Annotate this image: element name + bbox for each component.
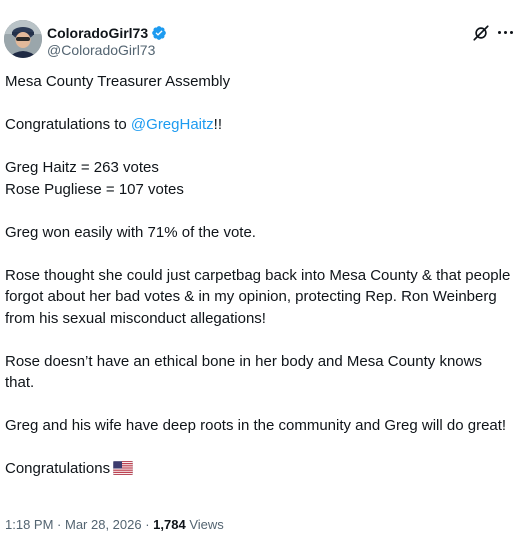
us-flag-emoji	[113, 461, 134, 475]
grok-icon[interactable]	[472, 24, 490, 42]
mention-link[interactable]: @GregHaitz	[131, 116, 214, 133]
meta-separator: ·	[141, 517, 154, 532]
post-text-segment: !!	[213, 116, 223, 133]
verified-badge-icon	[152, 26, 166, 40]
post-line: Mesa County Treasurer Assembly	[5, 73, 231, 90]
post-text-segment: Congratulations	[5, 460, 111, 477]
post-line: Greg won easily with 71% of the vote.	[5, 223, 256, 241]
post-line: Rose Pugliese = 107 votes	[5, 180, 184, 198]
post-line: Greg Haitz = 263 votes	[5, 159, 159, 176]
post-date[interactable]: Mar 28, 2026	[65, 517, 142, 532]
views-count: 1,784	[153, 517, 186, 532]
post-line: Congratulations	[5, 458, 515, 480]
display-name[interactable]: ColoradoGirl73	[47, 25, 148, 41]
post-text-segment: Congratulations to	[5, 116, 131, 133]
author-name-row[interactable]: ColoradoGirl73	[47, 23, 167, 43]
post-line: Rose doesn’t have an ethical bone in her…	[5, 352, 482, 392]
avatar-image	[4, 20, 42, 58]
post-time[interactable]: 1:18 PM	[5, 517, 53, 532]
post-line: Rose thought she could just carpetbag ba…	[5, 266, 511, 327]
views-label: Views	[185, 517, 224, 532]
meta-separator: ·	[53, 517, 65, 532]
post-text: Mesa County Treasurer Assembly Congratul…	[5, 71, 515, 480]
post-header: ColoradoGirl73 @ColoradoGirl73	[0, 0, 522, 62]
post-meta: 1:18 PM · Mar 28, 2026 · 1,784 Views	[5, 517, 224, 532]
more-horizontal-icon[interactable]	[496, 22, 514, 42]
avatar[interactable]	[4, 20, 42, 58]
post-line: Congratulations to @GregHaitz!!	[5, 114, 515, 136]
post-line: Greg and his wife have deep roots in the…	[5, 417, 507, 434]
author-handle[interactable]: @ColoradoGirl73	[47, 42, 155, 58]
